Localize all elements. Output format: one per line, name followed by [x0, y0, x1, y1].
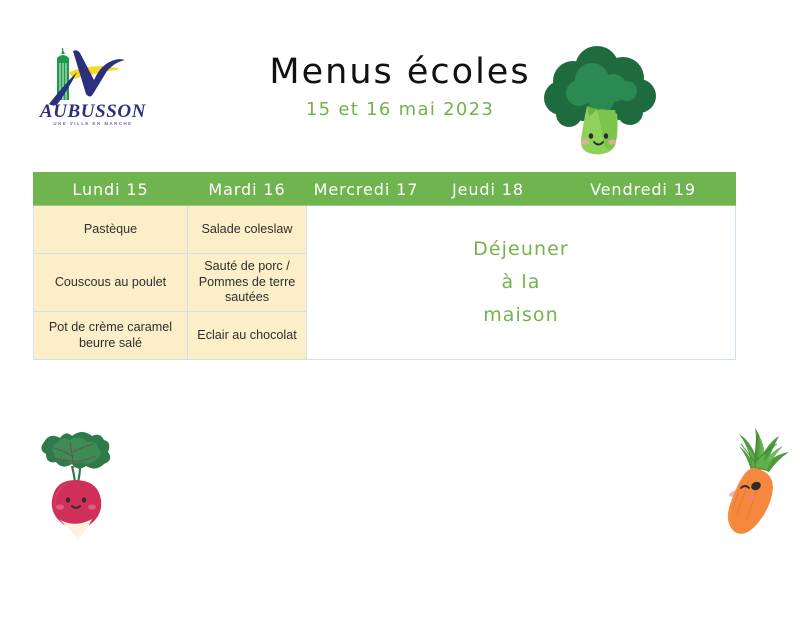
- column-header-jeudi: Jeudi 18: [425, 172, 551, 206]
- table-row: Pastèque Salade coleslaw Déjeuner à la m…: [33, 204, 736, 361]
- radish-icon: [41, 432, 111, 540]
- menu-cell-mardi-dessert: Eclair au chocolat: [187, 311, 307, 361]
- menu-table-head: Lundi 15 Mardi 16 Mercredi 17 Jeudi 18 V…: [33, 172, 736, 206]
- table-header-row: Lundi 15 Mardi 16 Mercredi 17 Jeudi 18 V…: [33, 172, 736, 206]
- menu-cell-home-lunch: Déjeuner à la maison: [306, 204, 736, 361]
- column-header-mardi: Mardi 16: [187, 172, 307, 206]
- broccoli-icon: [544, 46, 656, 155]
- column-header-lundi: Lundi 15: [33, 172, 188, 206]
- home-lunch-line-1: Déjeuner: [473, 237, 569, 260]
- column-header-mercredi: Mercredi 17: [306, 172, 426, 206]
- menu-cell-mardi-plat: Sauté de porc / Pommes de terre sautées: [187, 252, 307, 313]
- page-header: AUBUSSON UNE VILLE EN MARCHE Menus école…: [0, 0, 800, 165]
- menu-cell-lundi-entree: Pastèque: [33, 205, 188, 254]
- aubusson-logo: AUBUSSON UNE VILLE EN MARCHE: [33, 42, 153, 137]
- aubusson-logo-wordmark: AUBUSSON: [39, 101, 147, 122]
- aubusson-logo-tagline: UNE VILLE EN MARCHE: [53, 121, 133, 126]
- menu-table-body: Pastèque Salade coleslaw Déjeuner à la m…: [33, 204, 736, 361]
- menu-table: Lundi 15 Mardi 16 Mercredi 17 Jeudi 18 V…: [33, 172, 736, 361]
- home-lunch-line-3: maison: [483, 304, 559, 327]
- column-header-vendredi: Vendredi 19: [550, 172, 736, 206]
- menu-cell-mardi-entree: Salade coleslaw: [187, 205, 307, 254]
- menu-cell-lundi-plat: Couscous au poulet: [33, 252, 188, 313]
- home-lunch-line-2: à la: [501, 270, 541, 293]
- carrot-icon: [727, 428, 789, 534]
- menu-cell-lundi-dessert: Pot de crème caramel beurre salé: [33, 311, 188, 361]
